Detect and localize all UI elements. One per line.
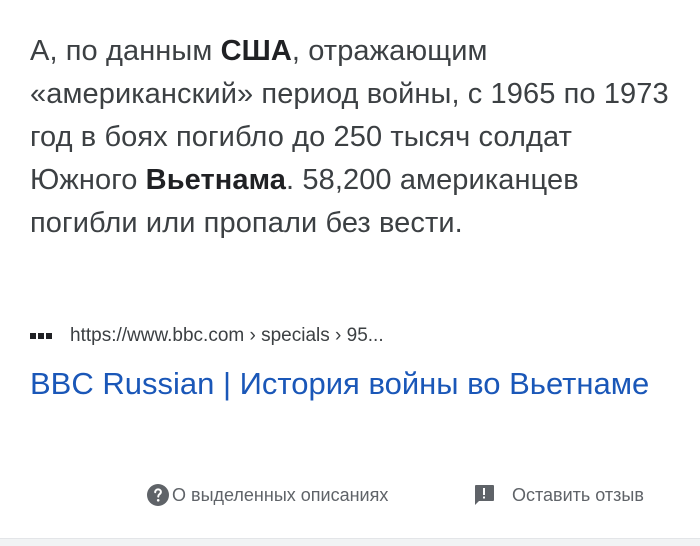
about-featured-snippets-button[interactable]: О выделенных описаниях — [146, 482, 388, 508]
about-label: О выделенных описаниях — [172, 484, 389, 505]
source-line[interactable]: https://www.bbc.com › specials › 95... — [30, 322, 384, 350]
snippet-footer: О выделенных описаниях Оставить отзыв — [0, 482, 700, 510]
source-url[interactable]: https://www.bbc.com › specials › 95... — [70, 325, 384, 347]
site-favicon-icon — [30, 333, 52, 339]
featured-snippet-card: А, по данным США, отражающим «американск… — [0, 0, 700, 539]
snippet-bold-usa: США — [220, 35, 292, 67]
snippet-text: А, по данным США, отражающим «американск… — [30, 30, 680, 245]
feedback-icon — [475, 485, 494, 505]
snippet-part-1: А, по данным — [30, 35, 221, 67]
snippet-bold-vietnam: Вьетнама — [145, 164, 287, 196]
result-title-link[interactable]: BBC Russian | История войны во Вьетнаме — [30, 361, 670, 406]
help-circle-icon — [147, 484, 169, 506]
leave-feedback-button[interactable]: Оставить отзыв — [472, 482, 644, 508]
feedback-label: Оставить отзыв — [512, 484, 644, 505]
